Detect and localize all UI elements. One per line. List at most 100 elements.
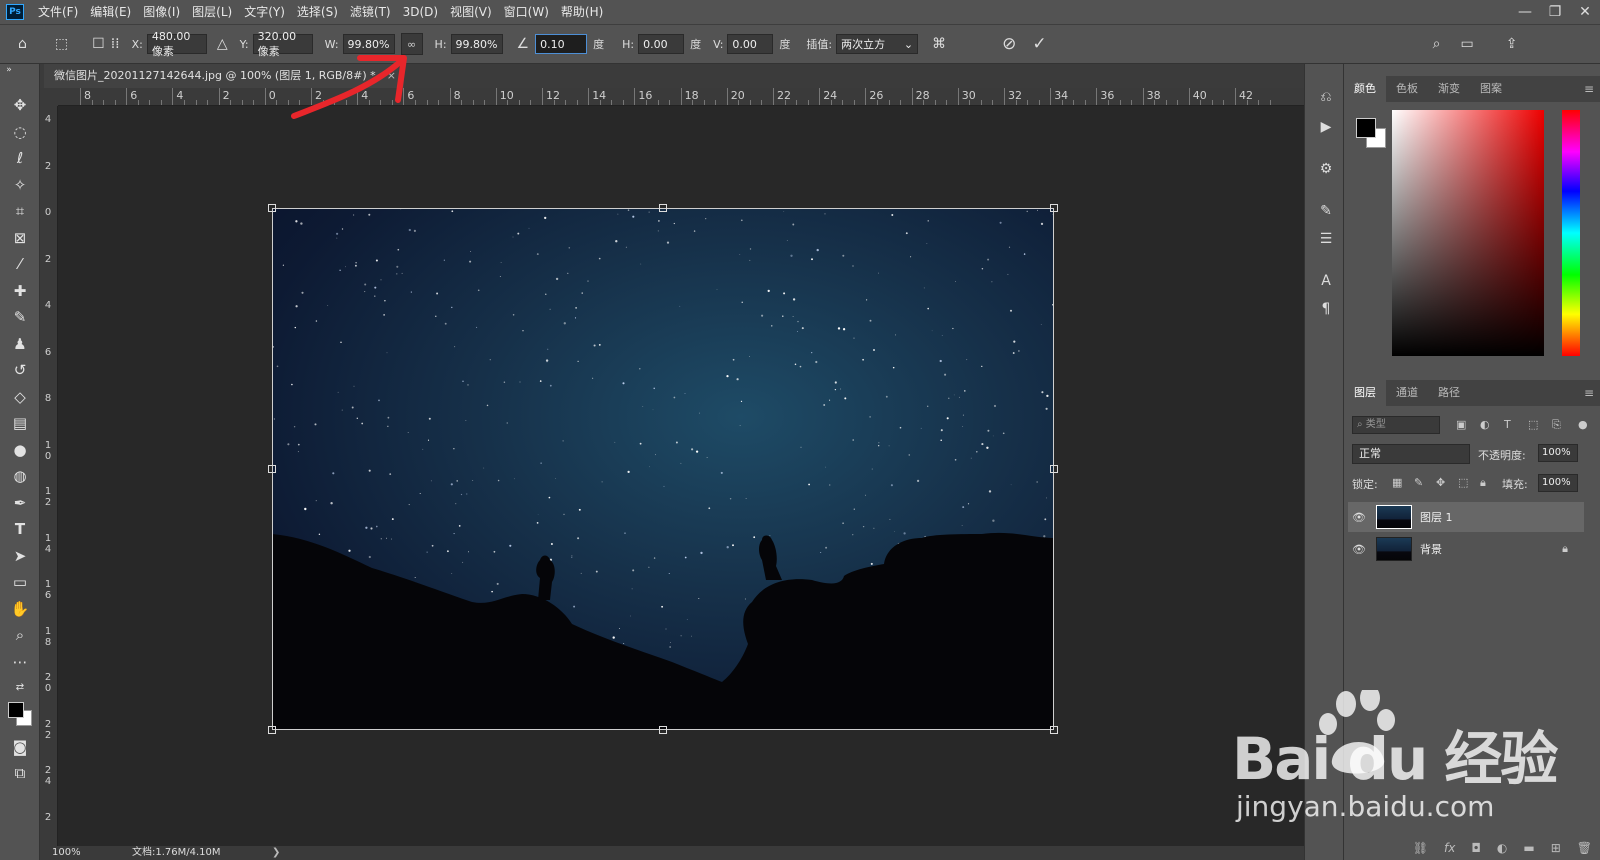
menu-window[interactable]: 窗口(W)	[498, 0, 555, 24]
visibility-eye-icon[interactable]: 👁︎	[1348, 511, 1370, 524]
menu-file[interactable]: 文件(F)	[32, 0, 84, 24]
crop-tool-icon[interactable]: ⌗	[6, 200, 34, 222]
transform-handle-bottom-right[interactable]	[1050, 726, 1058, 734]
tab-swatches[interactable]: 色板	[1386, 76, 1428, 102]
close-button[interactable]: ✕	[1570, 0, 1600, 24]
rectangle-tool-icon[interactable]: ▭	[6, 571, 34, 593]
search-icon[interactable]: ⌕	[1433, 36, 1441, 52]
visibility-eye-icon[interactable]: 👁︎	[1348, 543, 1370, 556]
transform-handle-bottom[interactable]	[659, 726, 667, 734]
actions-panel-icon[interactable]: ▶	[1315, 116, 1337, 138]
workspace-icon[interactable]: ▭	[1460, 36, 1473, 52]
tab-layers[interactable]: 图层	[1344, 380, 1386, 406]
lock-artboard-icon[interactable]: ⬚	[1458, 476, 1468, 489]
lock-position-icon[interactable]: ✥	[1436, 476, 1445, 489]
layer-lock-icon[interactable]: 🔒︎	[1562, 542, 1568, 556]
layer-row-background[interactable]: 👁︎ 背景 🔒︎	[1348, 534, 1584, 564]
foreground-color-swatch[interactable]	[8, 702, 24, 718]
brush-settings-panel-icon[interactable]: ✎	[1315, 200, 1337, 222]
fill-field[interactable]: 100%	[1538, 474, 1578, 492]
paragraph-panel-icon[interactable]: ¶	[1315, 298, 1337, 320]
frame-tool-icon[interactable]: ⊠	[6, 227, 34, 249]
dodge-tool-icon[interactable]: ◍	[6, 465, 34, 487]
menu-layer[interactable]: 图层(L)	[186, 0, 238, 24]
menu-image[interactable]: 图像(I)	[137, 0, 186, 24]
reference-point-toggle-icon[interactable]: ☐	[92, 36, 105, 52]
menu-view[interactable]: 视图(V)	[444, 0, 498, 24]
transform-tool-icon[interactable]: ⬚	[55, 36, 68, 52]
menu-type[interactable]: 文字(Y)	[238, 0, 291, 24]
free-transform-bounding-box[interactable]	[268, 204, 1058, 734]
warp-mode-icon[interactable]: ⌘	[932, 36, 946, 52]
hue-slider[interactable]	[1562, 110, 1580, 356]
tab-patterns[interactable]: 图案	[1470, 76, 1512, 102]
vertical-ruler[interactable]: 4 2 0 2 4 6 8 10 12 14 16 18 20 22 24 2	[40, 106, 58, 846]
marquee-tool-icon[interactable]: ◌	[6, 121, 34, 143]
adjustment-layer-icon[interactable]: ◐	[1497, 841, 1507, 855]
brush-tool-icon[interactable]: ✎	[6, 306, 34, 328]
transform-handle-bottom-left[interactable]	[268, 726, 276, 734]
history-brush-tool-icon[interactable]: ↺	[6, 359, 34, 381]
menu-3d[interactable]: 3D(D)	[397, 0, 444, 24]
filter-adjustment-icon[interactable]: ◐	[1480, 418, 1490, 431]
transform-handle-top-left[interactable]	[268, 204, 276, 212]
new-layer-icon[interactable]: ⊞	[1551, 841, 1561, 855]
character-panel-icon[interactable]: A	[1315, 270, 1337, 292]
magic-wand-tool-icon[interactable]: ✧	[6, 174, 34, 196]
horizontal-ruler[interactable]: 8 6 4 2 0 2 4 6 8 10 12 14 16 18 20 22 24 26 28 30 32 34 36 38 4…	[58, 88, 1304, 106]
clone-stamp-tool-icon[interactable]: ♟	[6, 333, 34, 355]
eyedropper-tool-icon[interactable]: ⁄	[6, 253, 34, 275]
move-tool-icon[interactable]: ✥	[6, 94, 34, 116]
transform-handle-top[interactable]	[659, 204, 667, 212]
cancel-transform-icon[interactable]: ⊘	[1002, 34, 1016, 54]
filter-pixel-icon[interactable]: ▣	[1456, 418, 1466, 431]
gradient-tool-icon[interactable]: ▤	[6, 412, 34, 434]
layer-name[interactable]: 图层 1	[1420, 509, 1584, 525]
minimize-button[interactable]: —	[1510, 0, 1540, 24]
eraser-tool-icon[interactable]: ◇	[6, 386, 34, 408]
new-group-icon[interactable]: ▬	[1523, 841, 1534, 855]
properties-panel-icon[interactable]: ⚙	[1315, 158, 1337, 180]
filter-toggle-icon[interactable]: ●	[1578, 418, 1588, 431]
layer-name[interactable]: 背景	[1420, 541, 1562, 557]
hand-tool-icon[interactable]: ✋	[6, 598, 34, 620]
height-scale-field[interactable]: 99.80%	[450, 34, 503, 54]
status-menu-icon[interactable]: ❯	[272, 846, 280, 860]
screen-mode-icon[interactable]: ⧉	[6, 762, 34, 784]
link-layers-icon[interactable]: ⛓	[1413, 841, 1428, 855]
reference-point-grid-icon[interactable]: ⁞⁞	[111, 36, 120, 52]
tab-gradients[interactable]: 渐变	[1428, 76, 1470, 102]
transform-handle-top-right[interactable]	[1050, 204, 1058, 212]
adjustments-panel-icon[interactable]: ☰	[1315, 228, 1337, 250]
path-selection-tool-icon[interactable]: ➤	[6, 545, 34, 567]
type-tool-icon[interactable]: T	[6, 518, 34, 540]
lasso-tool-icon[interactable]: ℓ	[6, 147, 34, 169]
horizontal-skew-field[interactable]: 0.00	[638, 34, 685, 54]
menu-help[interactable]: 帮助(H)	[555, 0, 609, 24]
more-tools-icon[interactable]: ⋯	[6, 651, 34, 673]
collapse-toolbar-icon[interactable]: »	[2, 64, 16, 76]
share-icon[interactable]: ⇪	[1506, 36, 1518, 52]
quick-mask-icon[interactable]: ◙	[6, 736, 34, 758]
x-position-field[interactable]: 480.00 像素	[146, 30, 207, 58]
menu-filter[interactable]: 滤镜(T)	[344, 0, 397, 24]
color-saturation-field[interactable]	[1392, 110, 1544, 356]
transform-handle-right[interactable]	[1050, 465, 1058, 473]
tab-channels[interactable]: 通道	[1386, 380, 1428, 406]
layer-row-layer1[interactable]: 👁︎ 图层 1	[1348, 502, 1584, 532]
lock-transparent-icon[interactable]: ▦	[1392, 476, 1402, 489]
delete-layer-icon[interactable]: 🗑︎	[1577, 841, 1592, 855]
healing-brush-tool-icon[interactable]: ✚	[6, 280, 34, 302]
ruler-corner[interactable]	[40, 88, 58, 106]
rotation-angle-field[interactable]: 0.10	[535, 34, 588, 54]
tab-paths[interactable]: 路径	[1428, 380, 1470, 406]
document-canvas[interactable]	[58, 106, 1304, 846]
tab-color[interactable]: 颜色	[1344, 76, 1386, 102]
filter-shape-icon[interactable]: ⬚	[1528, 418, 1538, 431]
pen-tool-icon[interactable]: ✒	[6, 492, 34, 514]
color-foreground-swatch[interactable]	[1356, 118, 1376, 138]
zoom-tool-icon[interactable]: ⌕	[6, 624, 34, 646]
layers-panel-menu-icon[interactable]: ≡	[1584, 386, 1594, 400]
relative-position-icon[interactable]: △	[217, 36, 228, 52]
lock-image-icon[interactable]: ✎	[1414, 476, 1423, 489]
